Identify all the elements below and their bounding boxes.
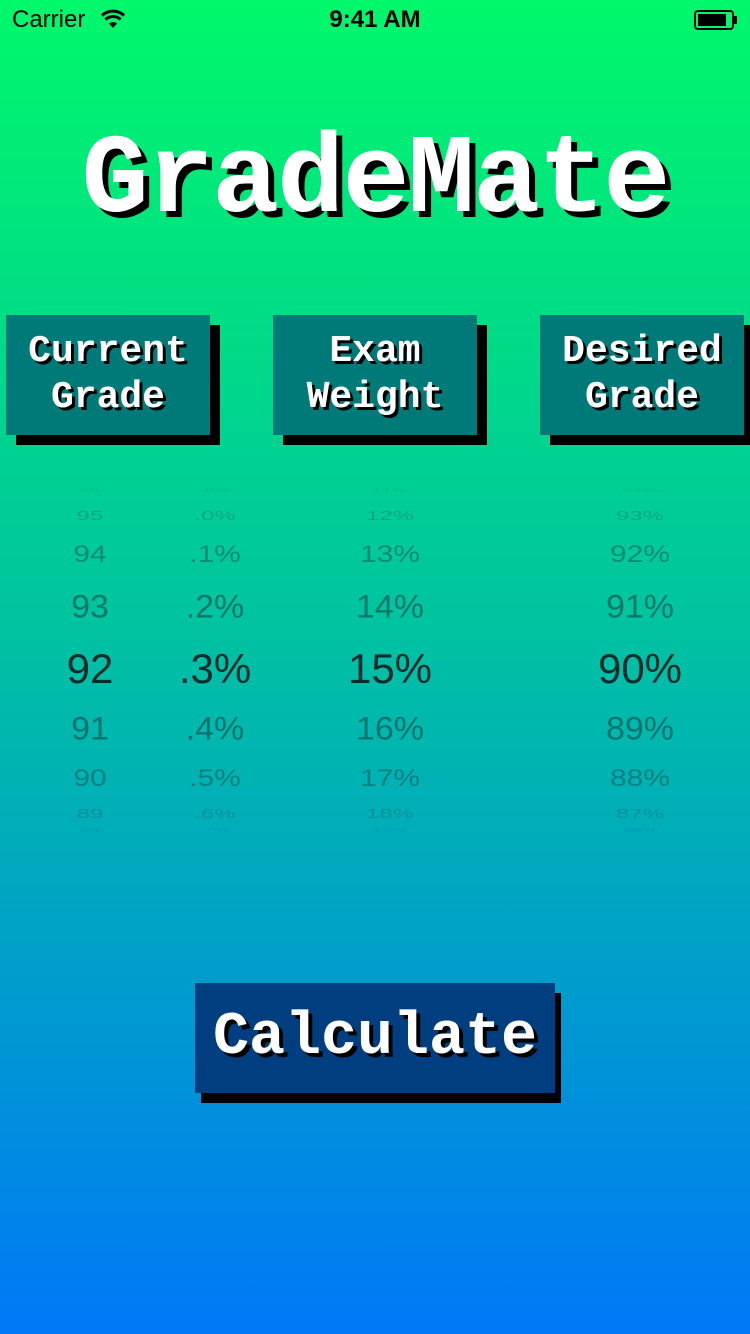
calculate-button[interactable]: Calculate	[195, 983, 555, 1093]
picker-option[interactable]: 16%	[325, 711, 455, 748]
current-grade-whole-picker[interactable]: 96 95 94 93 92 91 90 89 88	[30, 480, 150, 850]
battery-icon	[694, 10, 737, 30]
picker-option[interactable]: 88%	[570, 765, 710, 792]
desired-grade-picker[interactable]: 94% 93% 92% 91% 90% 89% 88% 87% 86%	[570, 480, 710, 850]
picker-option[interactable]: .2%	[155, 589, 275, 626]
picker-option[interactable]: .6%	[155, 806, 275, 821]
picker-selected-value[interactable]: 90%	[570, 645, 710, 693]
clock: 9:41 AM	[329, 6, 421, 33]
picker-option[interactable]: 93%	[570, 508, 710, 523]
current-grade-decimal-picker[interactable]: .9% .0% .1% .2% .3% .4% .5% .6% .7%	[155, 480, 275, 850]
status-bar: Carrier 9:41 AM	[0, 0, 750, 40]
picker-option[interactable]: 11%	[325, 487, 455, 493]
picker-option[interactable]: 19%	[325, 827, 455, 833]
app-title: GradeMate	[81, 118, 671, 245]
picker-selected-value[interactable]: 15%	[325, 645, 455, 693]
desired-grade-button[interactable]: Desired Grade	[540, 315, 744, 435]
picker-option[interactable]: 94%	[570, 487, 710, 493]
picker-option[interactable]: 94	[30, 541, 150, 568]
picker-option[interactable]: .9%	[155, 487, 275, 493]
picker-option[interactable]: 92%	[570, 541, 710, 568]
picker-option[interactable]: 91	[30, 711, 150, 748]
picker-option[interactable]: 89	[30, 806, 150, 821]
picker-option[interactable]: 17%	[325, 765, 455, 792]
picker-option[interactable]: 13%	[325, 541, 455, 568]
picker-option[interactable]: .5%	[155, 765, 275, 792]
picker-option[interactable]: 93	[30, 589, 150, 626]
exam-weight-picker[interactable]: 11% 12% 13% 14% 15% 16% 17% 18% 19%	[325, 480, 455, 850]
picker-option[interactable]: .4%	[155, 711, 275, 748]
picker-option[interactable]: 88	[30, 827, 150, 833]
picker-selected-value[interactable]: 92	[30, 645, 150, 693]
picker-option[interactable]: 87%	[570, 806, 710, 821]
picker-option[interactable]: 86%	[570, 827, 710, 833]
picker-option[interactable]: .1%	[155, 541, 275, 568]
picker-option[interactable]: 12%	[325, 508, 455, 523]
picker-option[interactable]: 89%	[570, 711, 710, 748]
picker-option[interactable]: 18%	[325, 806, 455, 821]
current-grade-button[interactable]: Current Grade	[6, 315, 210, 435]
picker-option[interactable]: 14%	[325, 589, 455, 626]
exam-weight-button[interactable]: Exam Weight	[273, 315, 477, 435]
picker-option[interactable]: .7%	[155, 827, 275, 833]
picker-option[interactable]: .0%	[155, 508, 275, 523]
picker-option[interactable]: 90	[30, 765, 150, 792]
picker-option[interactable]: 96	[30, 487, 150, 493]
picker-option[interactable]: 91%	[570, 589, 710, 626]
picker-selected-value[interactable]: .3%	[155, 645, 275, 693]
picker-option[interactable]: 95	[30, 508, 150, 523]
